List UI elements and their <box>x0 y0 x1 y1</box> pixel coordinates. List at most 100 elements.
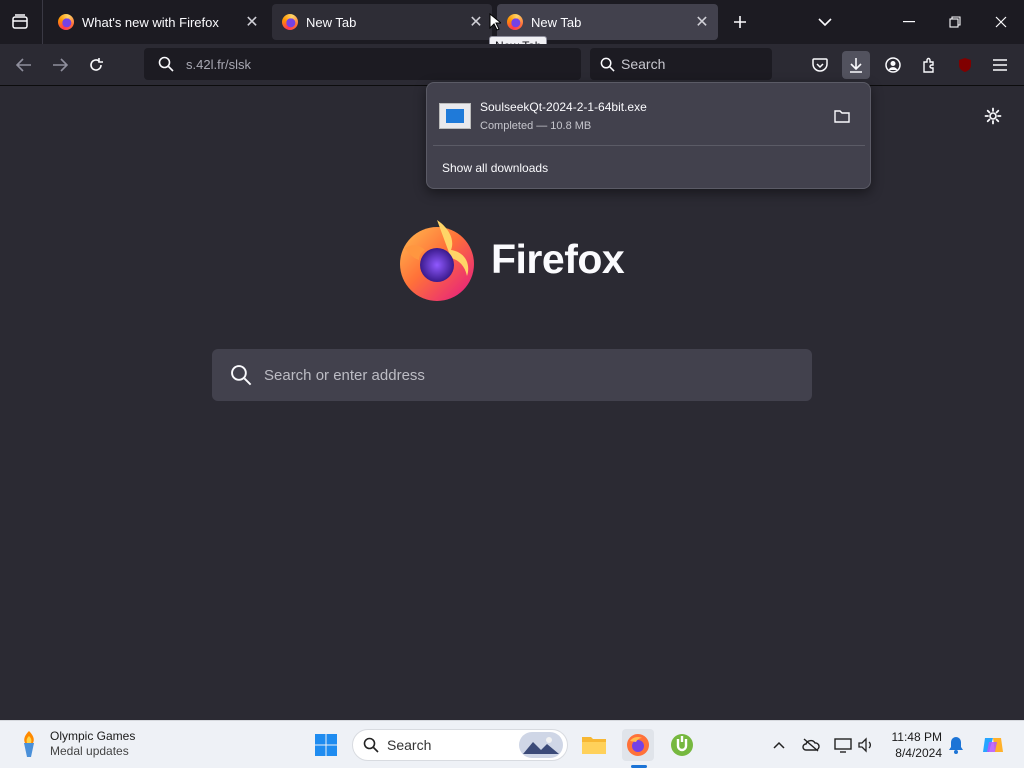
search-placeholder: Search <box>621 56 666 72</box>
restore-icon <box>949 16 961 28</box>
tab-title: New Tab <box>306 14 357 30</box>
firefox-favicon-icon <box>507 14 523 30</box>
download-item[interactable]: SoulseekQt-2024-2-1-64bit.exe Completed … <box>435 89 862 143</box>
firefox-wordmark: Firefox <box>491 236 625 282</box>
start-button[interactable] <box>310 729 342 761</box>
show-in-folder-button[interactable] <box>828 102 856 130</box>
notifications-button[interactable] <box>945 734 967 756</box>
download-filename: SoulseekQt-2024-2-1-64bit.exe <box>480 100 647 114</box>
url-text: s.42l.fr/slsk <box>186 56 252 72</box>
clock-date: 8/4/2024 <box>895 746 942 760</box>
windows-logo-icon <box>315 734 337 756</box>
firefox-icon <box>627 734 649 756</box>
minimize-icon <box>903 21 915 23</box>
pocket-button[interactable] <box>806 51 834 79</box>
extensions-button[interactable] <box>915 51 943 79</box>
network-icon <box>834 738 852 753</box>
firefox-favicon-icon <box>58 14 74 30</box>
mouse-cursor-icon <box>489 13 501 31</box>
downloads-panel: SoulseekQt-2024-2-1-64bit.exe Completed … <box>426 82 871 189</box>
show-hidden-icons-button[interactable] <box>768 734 790 756</box>
content-search-placeholder: Search or enter address <box>264 366 425 384</box>
speaker-icon <box>858 737 871 753</box>
tab-separator <box>42 0 43 44</box>
file-explorer-button[interactable] <box>578 729 610 761</box>
tab-close-icon[interactable]: ✕ <box>242 12 262 32</box>
back-button[interactable] <box>10 51 38 79</box>
search-highlight-icon <box>519 732 563 758</box>
firefox-taskbar-button[interactable] <box>622 729 654 761</box>
windows-taskbar: Olympic Games Medal updates Search 11:48… <box>0 720 1024 768</box>
tab-close-icon[interactable]: ✕ <box>692 12 712 32</box>
puzzle-icon <box>923 57 934 73</box>
hamburger-menu-icon <box>993 59 1007 71</box>
taskbar-clock[interactable]: 11:48 PM 8/4/2024 <box>888 729 942 761</box>
utorrent-taskbar-button[interactable] <box>666 729 698 761</box>
navigation-toolbar: s.42l.fr/slsk Search <box>0 44 1024 86</box>
tab-close-icon[interactable]: ✕ <box>466 12 486 32</box>
copilot-button[interactable] <box>980 734 1006 756</box>
gear-icon <box>984 107 1002 125</box>
arrow-left-icon <box>16 58 31 72</box>
ublock-extension-button[interactable] <box>951 51 979 79</box>
tab-new-tab-1[interactable]: New Tab ✕ <box>272 4 492 40</box>
search-bar[interactable]: Search <box>590 48 772 80</box>
minimize-button[interactable] <box>886 0 932 44</box>
firefox-logo-icon <box>400 220 474 301</box>
tab-title: What's new with Firefox <box>82 14 219 30</box>
tab-title: New Tab <box>531 14 582 30</box>
plus-icon <box>734 16 746 28</box>
app-menu-button[interactable] <box>986 51 1014 79</box>
content-search-box[interactable]: Search or enter address <box>212 349 812 401</box>
new-tab-button[interactable] <box>728 10 752 34</box>
exe-file-icon <box>439 103 471 129</box>
forward-button[interactable] <box>46 51 74 79</box>
reload-button[interactable] <box>82 51 110 79</box>
olympic-torch-icon <box>24 731 34 757</box>
taskbar-search-label: Search <box>387 737 432 753</box>
bell-icon <box>949 737 963 754</box>
show-all-downloads-link[interactable]: Show all downloads <box>442 161 548 175</box>
pocket-icon <box>812 57 828 72</box>
copilot-icon <box>983 738 1003 752</box>
download-status: Completed — 10.8 MB <box>480 120 592 132</box>
search-icon <box>600 57 615 72</box>
close-window-button[interactable] <box>978 0 1024 44</box>
download-icon <box>850 58 862 73</box>
folder-icon <box>582 737 606 754</box>
close-icon <box>995 16 1007 28</box>
ublock-origin-icon <box>959 58 971 72</box>
cloud-offline-icon <box>802 738 820 752</box>
account-icon <box>885 57 901 73</box>
chevron-down-icon <box>818 18 832 27</box>
volume-tray-button[interactable] <box>855 734 877 756</box>
folder-icon <box>834 110 850 123</box>
widgets-button[interactable]: Olympic Games Medal updates <box>18 729 135 759</box>
chevron-up-icon <box>773 741 785 749</box>
tab-new-tab-2[interactable]: New Tab ✕ <box>497 4 718 40</box>
search-icon <box>363 737 379 753</box>
arrow-right-icon <box>53 58 68 72</box>
download-info: SoulseekQt-2024-2-1-64bit.exe Completed … <box>480 100 828 132</box>
list-all-tabs-button[interactable] <box>813 10 837 34</box>
firefox-favicon-icon <box>282 14 298 30</box>
utorrent-icon <box>671 734 693 756</box>
search-icon <box>231 365 252 386</box>
taskbar-search[interactable]: Search <box>352 729 568 761</box>
restore-button[interactable] <box>932 0 978 44</box>
onedrive-tray-button[interactable] <box>800 734 822 756</box>
widget-subtitle: Medal updates <box>50 744 129 758</box>
widget-title: Olympic Games <box>50 729 136 743</box>
panel-separator <box>433 145 865 146</box>
clock-time: 11:48 PM <box>891 730 942 744</box>
personalize-settings-button[interactable] <box>980 103 1006 129</box>
search-icon <box>158 56 174 72</box>
downloads-button[interactable] <box>842 51 870 79</box>
network-tray-button[interactable] <box>832 734 854 756</box>
tab-whats-new[interactable]: What's new with Firefox ✕ <box>48 4 268 40</box>
firefox-view-icon <box>12 14 28 29</box>
firefox-view-button[interactable] <box>6 8 34 36</box>
url-bar[interactable]: s.42l.fr/slsk <box>144 48 581 80</box>
account-button[interactable] <box>879 51 907 79</box>
reload-icon <box>90 58 103 71</box>
